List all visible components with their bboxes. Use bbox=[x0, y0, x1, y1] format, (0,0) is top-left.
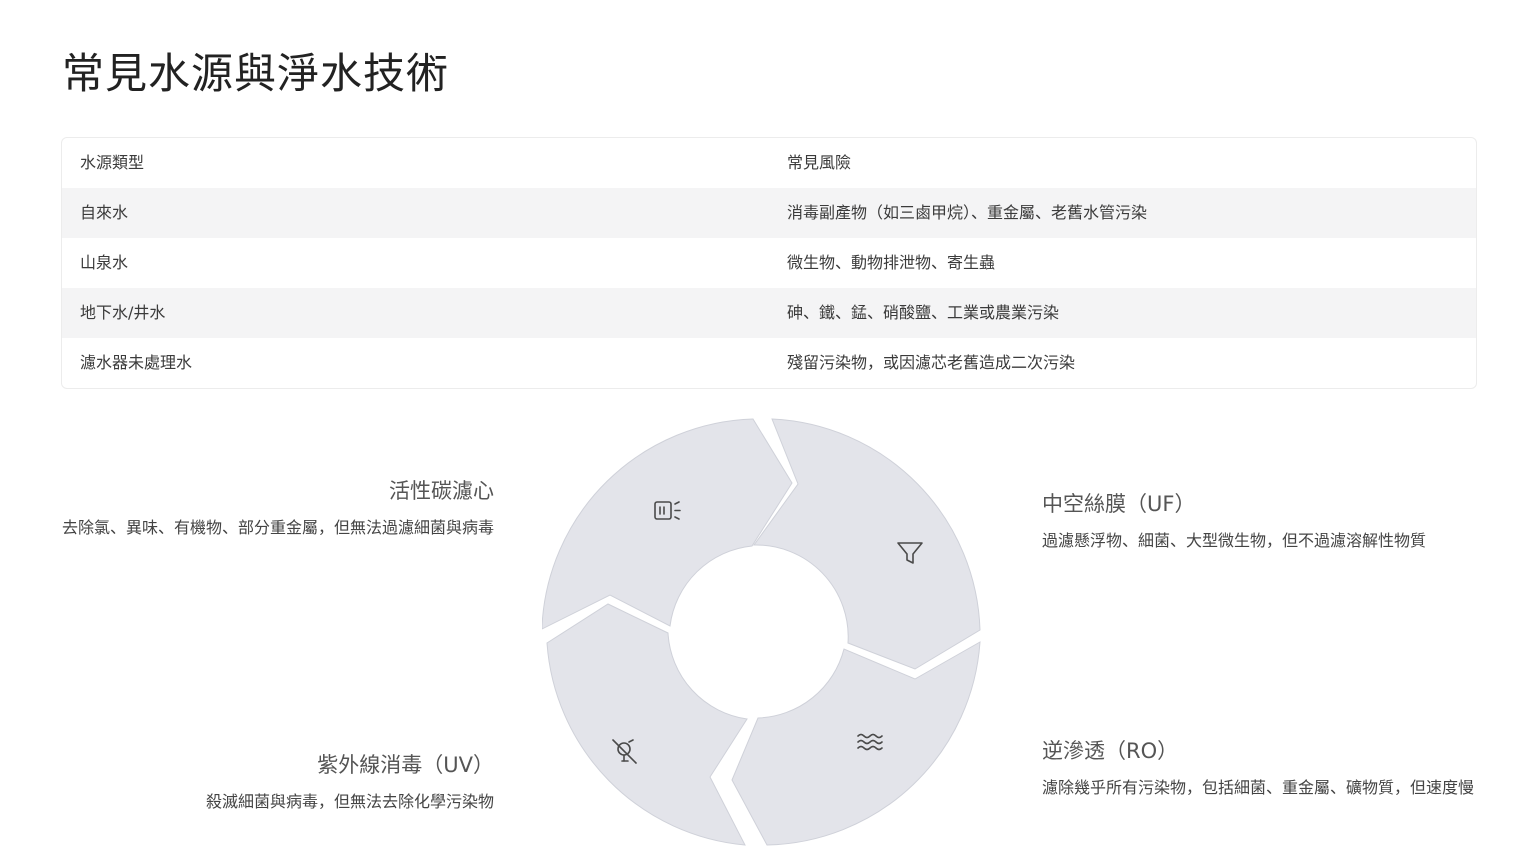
table-row: 地下水/井水 砷、鐵、錳、硝酸鹽、工業或農業污染 bbox=[62, 288, 1476, 338]
table-cell-risk: 消毒副產物（如三鹵甲烷）、重金屬、老舊水管污染 bbox=[787, 203, 1148, 222]
step-title: 中空絲膜（UF） bbox=[1042, 492, 1196, 516]
step-description: 去除氯、異味、有機物、部分重金屬，但無法過濾細菌與病毒 bbox=[61, 518, 494, 537]
step-title: 紫外線消毒（UV） bbox=[317, 753, 494, 777]
page-title: 常見水源與淨水技術 bbox=[62, 49, 450, 98]
table-cell-source: 濾水器未處理水 bbox=[80, 353, 193, 372]
cycle-segment-uv bbox=[546, 603, 748, 846]
table-header-row: 水源類型 常見風險 bbox=[62, 138, 1476, 188]
table-row: 濾水器未處理水 殘留污染物，或因濾芯老舊造成二次污染 bbox=[62, 338, 1476, 388]
purification-cycle-wheel bbox=[542, 418, 981, 846]
table-cell-risk: 殘留污染物，或因濾芯老舊造成二次污染 bbox=[787, 353, 1076, 372]
step-description: 殺滅細菌與病毒，但無法去除化學污染物 bbox=[205, 792, 494, 811]
table-header-risks: 常見風險 bbox=[787, 153, 852, 172]
table-cell-risk: 微生物、動物排泄物、寄生蟲 bbox=[787, 253, 996, 272]
table-cell-risk: 砷、鐵、錳、硝酸鹽、工業或農業污染 bbox=[787, 303, 1060, 322]
table-cell-source: 山泉水 bbox=[80, 253, 129, 272]
step-title: 活性碳濾心 bbox=[389, 479, 494, 503]
step-carbon: 活性碳濾心 去除氯、異味、有機物、部分重金屬，但無法過濾細菌與病毒 bbox=[60, 476, 494, 542]
table-row: 山泉水 微生物、動物排泄物、寄生蟲 bbox=[62, 238, 1476, 288]
step-title: 逆滲透（RO） bbox=[1042, 739, 1179, 763]
table-row: 自來水 消毒副產物（如三鹵甲烷）、重金屬、老舊水管污染 bbox=[62, 188, 1476, 238]
cycle-segment-carbon bbox=[542, 418, 793, 630]
table-cell-source: 自來水 bbox=[80, 203, 129, 222]
step-description: 濾除幾乎所有污染物，包括細菌、重金屬、礦物質，但速度慢 bbox=[1042, 778, 1475, 797]
table-header-source-type: 水源類型 bbox=[80, 153, 145, 172]
step-description: 過濾懸浮物、細菌、大型微生物，但不過濾溶解性物質 bbox=[1042, 531, 1427, 550]
water-source-table: 水源類型 常見風險 自來水 消毒副產物（如三鹵甲烷）、重金屬、老舊水管污染 山泉… bbox=[61, 137, 1477, 389]
cycle-segment-uf bbox=[753, 418, 981, 670]
cycle-segment-ro bbox=[731, 641, 981, 846]
step-uv: 紫外線消毒（UV） 殺滅細菌與病毒，但無法去除化學污染物 bbox=[60, 750, 494, 816]
step-ro: 逆滲透（RO） 濾除幾乎所有污染物，包括細菌、重金屬、礦物質，但速度慢 bbox=[1042, 736, 1476, 802]
table-cell-source: 地下水/井水 bbox=[80, 303, 166, 322]
step-uf: 中空絲膜（UF） 過濾懸浮物、細菌、大型微生物，但不過濾溶解性物質 bbox=[1042, 489, 1476, 555]
